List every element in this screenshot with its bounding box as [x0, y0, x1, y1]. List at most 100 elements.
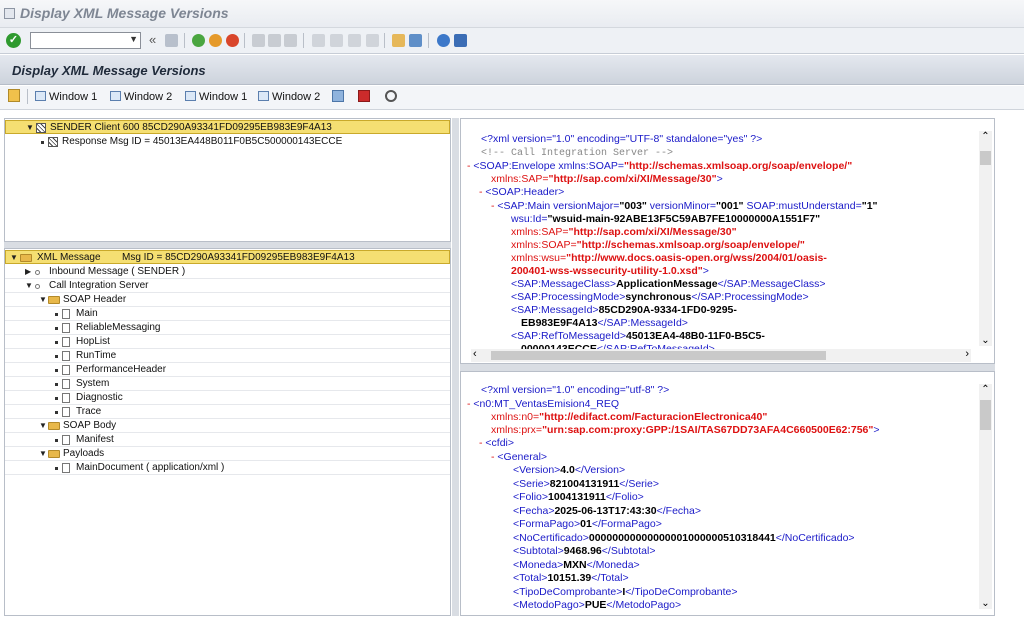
- scrollbar-thumb[interactable]: [980, 151, 991, 165]
- find-icon[interactable]: [268, 34, 281, 47]
- vertical-splitter[interactable]: [452, 118, 459, 616]
- tree-row-header-item[interactable]: RunTime: [5, 349, 450, 363]
- command-field[interactable]: ▼: [30, 32, 141, 49]
- xml-line: <Folio>1004131911</Folio>: [513, 491, 644, 503]
- tree-row-header-item[interactable]: PerformanceHeader: [5, 363, 450, 377]
- bullet-icon: [55, 355, 58, 358]
- horizontal-splitter[interactable]: [460, 364, 995, 371]
- compare-icon: [35, 91, 46, 101]
- document-icon: [62, 337, 70, 347]
- expand-arrow-icon[interactable]: ▼: [39, 419, 47, 433]
- tree-row-header-item[interactable]: HopList: [5, 335, 450, 349]
- xml-line: xmlns:SAP="http://sap.com/xi/XI/Message/…: [511, 226, 737, 238]
- step-circle-icon: [35, 270, 40, 275]
- folder-open-icon: [48, 450, 60, 458]
- xml-viewer-window1: <?xml version="1.0" encoding="UTF-8" sta…: [460, 118, 995, 364]
- xml-line: xmlns:SOAP="http://schemas.xmlsoap.org/s…: [511, 239, 805, 251]
- toolbar-separator: [303, 33, 304, 48]
- exit-icon[interactable]: [209, 34, 222, 47]
- xml-line: <TipoDeComprobante>I</TipoDeComprobante>: [513, 585, 738, 598]
- scrollbar-thumb[interactable]: [980, 400, 991, 430]
- xml-line: <Subtotal>9468.96</Subtotal>: [513, 545, 656, 557]
- shortcut-icon[interactable]: [409, 34, 422, 47]
- error-info-icon[interactable]: [358, 90, 370, 102]
- tree-row-manifest[interactable]: Manifest: [5, 433, 450, 447]
- tree-row-xml-message[interactable]: ▼ XML Message Msg ID = 85CD290A93341FD09…: [5, 250, 450, 264]
- xml-line: <!-- Call Integration Server -->: [481, 148, 674, 159]
- window-title: Display XML Message Versions: [20, 5, 229, 21]
- scroll-down-icon[interactable]: ⌄: [979, 335, 992, 346]
- customize-layout-icon[interactable]: [454, 34, 467, 47]
- tree-row-header-item[interactable]: Trace: [5, 405, 450, 419]
- expand-arrow-icon[interactable]: ▼: [39, 293, 47, 307]
- scroll-up-icon[interactable]: ⌃: [979, 384, 992, 395]
- xml-line: - <SOAP:Header>: [479, 186, 565, 198]
- document-icon: [62, 309, 70, 319]
- tree-row-soap-body[interactable]: ▼ SOAP Body: [5, 419, 450, 433]
- chevron-down-icon[interactable]: ▼: [129, 34, 138, 44]
- reload-icon[interactable]: [385, 90, 397, 102]
- scroll-right-icon[interactable]: ›: [965, 348, 969, 360]
- page-title: Display XML Message Versions: [12, 63, 206, 78]
- message-flag-icon: [36, 123, 46, 133]
- tree-row-header-item[interactable]: System: [5, 377, 450, 391]
- xml-line: xmlns:n0="http://edifact.com/Facturacion…: [491, 411, 768, 423]
- bullet-icon: [55, 411, 58, 414]
- print-icon[interactable]: [252, 34, 265, 47]
- xml-line: xmlns:wsu="http://www.docs.oasis-open.or…: [511, 252, 827, 264]
- toolbar-separator: [384, 33, 385, 48]
- scroll-down-icon[interactable]: ⌄: [979, 598, 992, 609]
- window2-compare-button[interactable]: Window 2: [110, 89, 172, 106]
- tree-row-call-integration[interactable]: ▼ Call Integration Server: [5, 279, 450, 293]
- application-toolbar: Window 1 Window 2 Window 1 Window 2: [0, 86, 1024, 110]
- horizontal-scrollbar[interactable]: ‹ ›: [471, 348, 971, 362]
- xml-line: <FormaPago>01</FormaPago>: [513, 518, 662, 530]
- first-page-icon[interactable]: [312, 34, 325, 47]
- xml-line: - <cfdi>: [479, 437, 515, 449]
- tree-row-inbound[interactable]: ▶ Inbound Message ( SENDER ): [5, 265, 450, 279]
- last-page-icon[interactable]: [366, 34, 379, 47]
- tree-row-response[interactable]: Response Msg ID = 45013EA448B011F0B5C500…: [5, 135, 450, 149]
- tree-row-header-item[interactable]: Diagnostic: [5, 391, 450, 405]
- folder-open-icon: [48, 422, 60, 430]
- new-session-icon[interactable]: [392, 34, 405, 47]
- display-window-icon: [258, 91, 269, 101]
- document-icon: [62, 407, 70, 417]
- bullet-icon: [55, 439, 58, 442]
- expand-arrow-icon[interactable]: ▼: [39, 447, 47, 461]
- xml-line: EB983E9F4A13</SAP:MessageId>: [521, 317, 688, 329]
- next-page-icon[interactable]: [348, 34, 361, 47]
- vertical-scrollbar[interactable]: ⌃ ⌄: [979, 384, 992, 609]
- previous-page-icon[interactable]: [330, 34, 343, 47]
- step-circle-icon: [35, 284, 40, 289]
- tree-row-payloads[interactable]: ▼ Payloads: [5, 447, 450, 461]
- scrollbar-thumb[interactable]: [491, 351, 826, 360]
- expand-arrow-icon[interactable]: ▶: [25, 265, 31, 279]
- expand-arrow-icon[interactable]: ▼: [25, 279, 33, 293]
- tree-row-main-document[interactable]: MainDocument ( application/xml ): [5, 461, 450, 475]
- bullet-icon: [55, 327, 58, 330]
- tree-row-soap-header[interactable]: ▼ SOAP Header: [5, 293, 450, 307]
- collapse-command-button[interactable]: «: [149, 32, 156, 47]
- refresh-view-icon[interactable]: [332, 90, 344, 102]
- window1-compare-button[interactable]: Window 1: [35, 89, 97, 106]
- tree-row-header-item[interactable]: Main: [5, 307, 450, 321]
- cancel-icon[interactable]: [226, 34, 239, 47]
- new-document-icon[interactable]: [8, 89, 20, 102]
- window2-display-button[interactable]: Window 2: [258, 89, 320, 106]
- enter-check-icon[interactable]: ✓: [6, 33, 21, 48]
- scroll-up-icon[interactable]: ⌃: [979, 131, 992, 142]
- back-icon[interactable]: [192, 34, 205, 47]
- xml-line: <Version>4.0</Version>: [513, 464, 626, 476]
- tree-row-header-item[interactable]: ReliableMessaging: [5, 321, 450, 335]
- expand-arrow-icon[interactable]: ▼: [26, 121, 34, 135]
- save-icon[interactable]: [165, 34, 178, 47]
- message-flag-icon: [48, 137, 58, 147]
- vertical-scrollbar[interactable]: ⌃ ⌄: [979, 131, 992, 346]
- find-next-icon[interactable]: [284, 34, 297, 47]
- scroll-left-icon[interactable]: ‹: [473, 348, 477, 360]
- tree-row-sender[interactable]: ▼ SENDER Client 600 85CD290A93341FD09295…: [5, 120, 450, 134]
- expand-arrow-icon[interactable]: ▼: [10, 251, 18, 265]
- window1-display-button[interactable]: Window 1: [185, 89, 247, 106]
- help-icon[interactable]: [437, 34, 450, 47]
